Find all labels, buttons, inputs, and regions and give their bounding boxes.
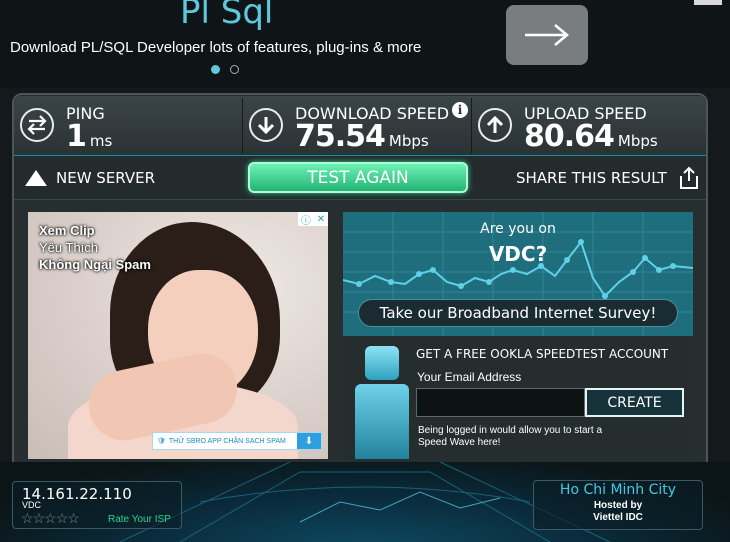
banner-subtitle: Download PL/SQL Developer lots of featur… [10,39,422,56]
survey-button[interactable]: Take our Broadband Internet Survey! [358,299,678,327]
test-again-button[interactable]: TEST AGAIN [248,162,468,193]
info-icon[interactable]: i [452,102,468,118]
download-unit: Mbps [388,132,429,150]
new-server-button[interactable]: NEW SERVER [24,166,155,190]
share-label: SHARE THIS RESULT [516,169,667,187]
ping-metric: PING 1 ms [14,96,242,156]
ad-strip-text: THỬ SBRO APP CHẶN SẠCH SPAM [168,437,286,445]
upload-value: 80.64 [524,119,615,154]
star-icon[interactable]: ☆ [21,510,34,526]
account-title: GET A FREE OOKLA SPEEDTEST ACCOUNT [416,347,669,361]
upload-value-group: 80.64 Mbps [524,119,658,154]
star-icon[interactable]: ☆ [33,510,46,526]
action-bar: NEW SERVER TEST AGAIN SHARE THIS RESULT [14,156,706,200]
ad-info-icon[interactable]: ⓘ [301,212,311,227]
ad-choices-icon[interactable] [694,0,722,5]
survey-question: Are you on [480,221,556,237]
host-name: Viettel IDC [593,512,643,523]
person-head [365,346,399,380]
ad-line-2: Yêu Thích [39,240,99,255]
create-button[interactable]: CREATE [585,388,684,417]
download-value-group: 75.54 Mbps [295,119,429,154]
ping-value: 1 [66,119,87,154]
top-ad-banner[interactable]: Pl Sql Download PL/SQL Developer lots of… [0,0,730,88]
ping-icon [20,108,54,142]
ping-value-group: 1 ms [66,119,112,154]
banner-title: Pl Sql [180,0,274,32]
rate-isp-link[interactable]: Rate Your ISP [108,514,171,525]
broadband-survey[interactable]: Are you on VDC? Take our Broadband Inter… [343,212,693,336]
account-signup: GET A FREE OOKLA SPEEDTEST ACCOUNT Your … [343,336,693,459]
upload-arrow-icon [478,108,512,142]
host-city: Ho Chi Minh City [559,482,677,498]
ad-close-button[interactable]: ⓘ ✕ [298,212,328,227]
person-icon [351,342,409,459]
results-bar: PING 1 ms DOWNLOAD SPEED 75.54 Mbps i UP… [14,96,706,156]
speedtest-page: Pl Sql Download PL/SQL Developer lots of… [0,0,730,542]
ping-unit: ms [89,132,113,150]
close-icon[interactable]: ✕ [317,214,325,225]
download-value: 75.54 [295,119,386,154]
ad-app-strip[interactable]: 🛡 THỬ SBRO APP CHẶN SẠCH SPAM ⬇ [152,432,322,450]
email-label: Your Email Address [417,370,522,384]
download-metric: DOWNLOAD SPEED 75.54 Mbps [243,96,471,156]
survey-isp: VDC? [488,242,548,266]
shield-icon: 🛡 [157,438,166,445]
banner-next-button[interactable] [506,5,588,65]
carousel-dot-1[interactable] [211,65,220,74]
new-server-label: NEW SERVER [56,169,156,187]
ad-line-1: Xem Clip [39,223,95,238]
carousel-dot-2[interactable] [230,65,239,74]
triangle-up-icon [25,170,47,186]
download-arrow-icon [249,108,283,142]
share-result-button[interactable]: SHARE THIS RESULT [516,166,701,190]
video-ad[interactable]: Xem Clip Yêu Thích Không Ngại Spam ⓘ ✕ 🛡… [28,212,328,459]
rating-stars[interactable]: ☆☆☆☆☆ [21,510,80,527]
star-icon[interactable]: ☆ [44,510,57,526]
ad-line-3: Không Ngại Spam [39,257,151,272]
share-icon [679,166,698,189]
upload-metric: UPLOAD SPEED 80.64 Mbps [472,96,706,156]
account-note: Being logged in would allow you to start… [418,425,603,448]
download-icon[interactable]: ⬇ [297,433,321,449]
email-field[interactable] [416,388,585,417]
person-body [355,384,409,459]
arrow-right-icon [525,24,569,46]
hosted-by-label: Hosted by [593,500,643,511]
star-icon[interactable]: ☆ [56,510,69,526]
star-icon[interactable]: ☆ [67,510,80,526]
upload-unit: Mbps [617,132,658,150]
isp-name: VDC [22,500,42,510]
